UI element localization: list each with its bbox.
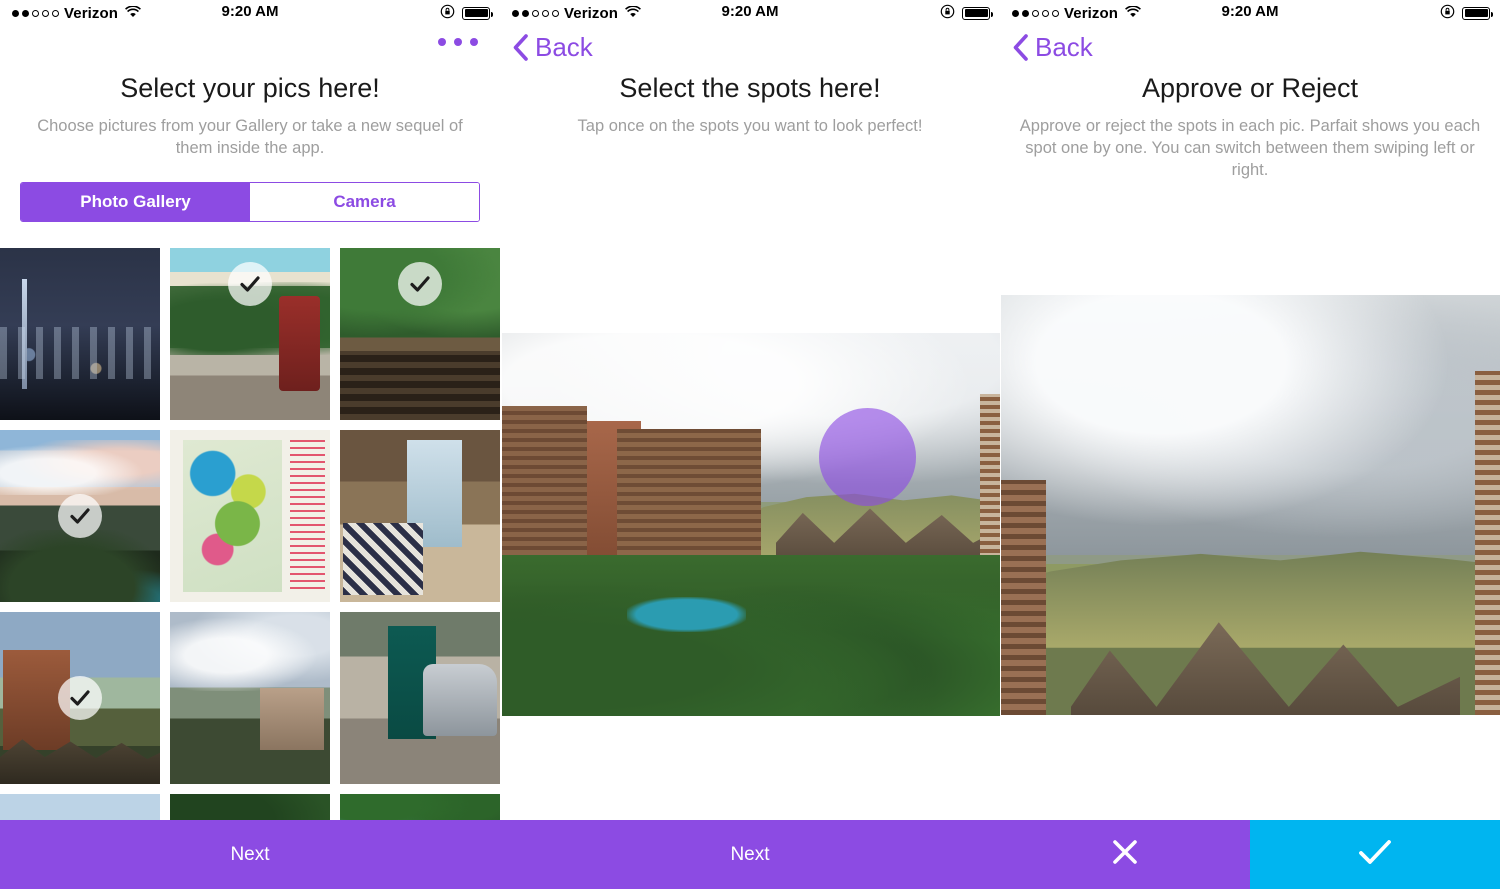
page-subtitle: Choose pictures from your Gallery or tak… [37,117,463,158]
battery-full-icon [462,6,493,20]
tab-camera[interactable]: Camera [250,183,479,222]
next-button[interactable]: Next [0,820,500,889]
source-segmented-control[interactable]: Photo Gallery Camera [20,182,480,223]
page-subtitle: Tap once on the spots you want to look p… [577,117,923,136]
gallery-thumbnail[interactable] [170,248,330,420]
clock-label: 9:20 AM [221,3,279,20]
selected-check-icon [58,494,102,538]
bottom-bar-3 [1000,820,1500,889]
header-block-2: Select the spots here! Tap once on the s… [500,72,1000,138]
nav-bar-3: Back [1000,26,1500,68]
spot-marker-1[interactable] [818,408,917,507]
page-subtitle: Approve or reject the spots in each pic.… [1019,117,1481,180]
gallery-thumbnail[interactable] [0,612,160,784]
gallery-thumbnail[interactable] [170,430,330,602]
close-x-icon [1108,835,1142,874]
tab-photo-gallery[interactable]: Photo Gallery [21,183,250,222]
photo-gallery-grid[interactable] [0,248,500,820]
check-icon [1355,835,1395,874]
page-title: Select your pics here! [120,73,380,103]
approve-button[interactable] [1250,820,1500,889]
back-button[interactable]: Back [1012,32,1093,63]
page-title: Select the spots here! [619,73,881,103]
status-bar: Verizon 9:20 AM [1000,0,1500,26]
gallery-thumbnail[interactable] [170,612,330,784]
selected-check-icon [228,262,272,306]
more-options-icon[interactable] [438,38,478,46]
battery-full-icon [962,6,993,20]
gallery-thumbnail[interactable] [0,794,160,820]
selected-check-icon [58,676,102,720]
gallery-thumbnail[interactable] [0,430,160,602]
back-button-label: Back [1035,32,1093,62]
bottom-bar-2: Next [500,820,1000,889]
selected-check-icon [398,262,442,306]
back-button[interactable]: Back [512,32,593,63]
clock-label: 9:20 AM [721,3,779,20]
screen-approve-reject: Verizon 9:20 AM Back Approve or Reject A… [1000,0,1500,889]
chevron-left-icon [512,34,529,61]
reject-button[interactable] [1000,820,1250,889]
three-screen-walkthrough: Verizon 9:20 AM Select your pics here! C… [0,0,1500,889]
gallery-thumbnail[interactable] [340,794,500,820]
battery-full-icon [1462,6,1493,20]
gallery-thumbnail[interactable] [0,248,160,420]
gallery-thumbnail[interactable] [170,794,330,820]
status-bar: Verizon 9:20 AM [0,0,500,26]
header-block-1: Select your pics here! Choose pictures f… [0,72,500,160]
clock-label: 9:20 AM [1221,3,1279,20]
gallery-thumbnail[interactable] [340,248,500,420]
chevron-left-icon [1012,34,1029,61]
screen-select-spots: Verizon 9:20 AM Back Select the spots he… [500,0,1000,889]
spot-selection-photo[interactable] [502,333,1000,716]
screen-select-pics: Verizon 9:20 AM Select your pics here! C… [0,0,500,889]
bottom-bar-1: Next [0,820,500,889]
nav-bar-1 [0,26,500,68]
nav-bar-2: Back [500,26,1000,68]
back-button-label: Back [535,32,593,62]
status-bar: Verizon 9:20 AM [500,0,1000,26]
gallery-thumbnail[interactable] [340,612,500,784]
spot-review-photo[interactable] [1001,295,1500,715]
next-button[interactable]: Next [500,820,1000,889]
page-title: Approve or Reject [1141,73,1359,103]
header-block-3: Approve or Reject Approve or reject the … [1000,72,1500,182]
gallery-thumbnail[interactable] [340,430,500,602]
